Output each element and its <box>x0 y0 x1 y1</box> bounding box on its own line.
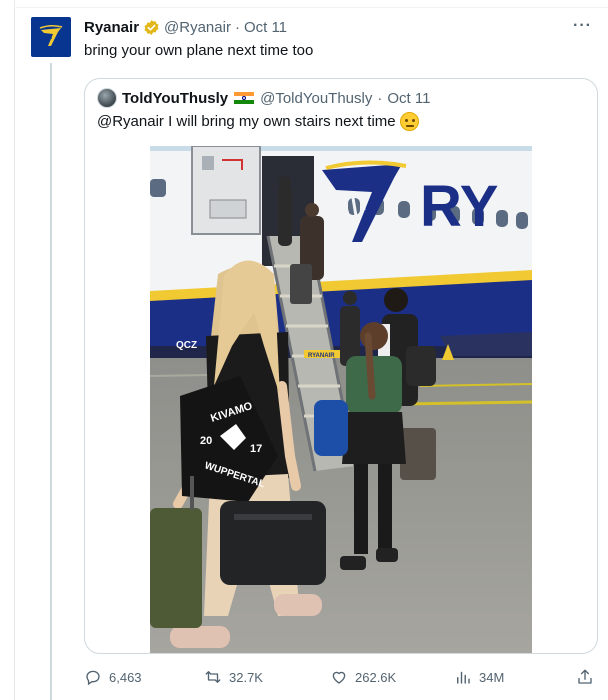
quoted-author-name: ToldYouThusly <box>122 89 229 107</box>
tweet-action-bar: 6,463 32.7K 262.6K 34M <box>84 668 598 690</box>
bag-year-left-text: 20 <box>200 435 212 447</box>
tweet-top-divider <box>14 7 608 8</box>
views-count: 34M <box>479 669 505 685</box>
stairs-label-text: RYANAIR <box>308 353 335 359</box>
quoted-tweet-card[interactable]: ToldYouThusly @ToldYouThusly · Oct 11 @R… <box>84 78 598 654</box>
views-button[interactable]: 34M <box>454 668 504 686</box>
quoted-tweet-body: @Ryanair I will bring my own stairs next… <box>97 113 396 130</box>
like-count: 262.6K <box>355 669 397 685</box>
timeline-left-border <box>14 0 15 700</box>
heart-icon <box>332 671 346 684</box>
tweet-header: Ryanair @Ryanair · Oct 11 <box>84 19 287 36</box>
share-button[interactable] <box>576 668 594 686</box>
author-handle[interactable]: @Ryanair <box>164 19 231 36</box>
quoted-tweet-header: ToldYouThusly @ToldYouThusly · Oct 11 <box>97 88 430 108</box>
like-button[interactable]: 262.6K <box>330 668 396 686</box>
bag-year-right-text: 17 <box>250 443 262 455</box>
share-upload-icon <box>578 669 592 684</box>
ryanair-harp-logo-icon <box>39 24 63 46</box>
india-flag-icon <box>234 91 255 105</box>
repost-button[interactable]: 32.7K <box>204 668 263 686</box>
repost-count: 32.7K <box>229 669 263 685</box>
rolling-eyes-emoji-icon <box>399 112 419 131</box>
quoted-author-avatar <box>97 88 117 108</box>
tweet-page: Ryanair @Ryanair · Oct 11 ··· bring your… <box>0 0 608 700</box>
dot-separator: · <box>377 89 383 107</box>
airline-livery-text: RY <box>420 174 498 239</box>
ryanair-avatar[interactable] <box>31 17 71 57</box>
thread-connector-line <box>50 63 52 700</box>
reply-count: 6,463 <box>109 669 142 685</box>
tweet-date[interactable]: Oct 11 <box>244 19 287 36</box>
tweet-text: bring your own plane next time too <box>84 42 314 59</box>
verified-gold-badge-icon[interactable] <box>143 19 160 36</box>
quoted-author-handle: @ToldYouThusly <box>260 89 373 107</box>
repost-arrows-icon <box>205 671 221 683</box>
boarding-photo-illustration: RY QCZ RYANAIR KIVAMO 20 17 WUPPERTAL <box>150 146 532 653</box>
quoted-tweet-date: Oct 11 <box>387 89 431 107</box>
dot-separator: · <box>234 19 240 36</box>
author-name[interactable]: Ryanair <box>84 19 139 36</box>
reply-bubble-icon <box>86 670 100 686</box>
aircraft-registration-text: QCZ <box>176 340 197 351</box>
bar-chart-icon <box>457 671 470 684</box>
quoted-tweet-photo[interactable]: RY QCZ RYANAIR KIVAMO 20 17 WUPPERTAL <box>150 146 532 653</box>
quoted-tweet-text: @Ryanair I will bring my own stairs next… <box>97 112 419 131</box>
reply-button[interactable]: 6,463 <box>84 668 142 686</box>
more-horizontal-icon[interactable]: ··· <box>573 17 592 35</box>
